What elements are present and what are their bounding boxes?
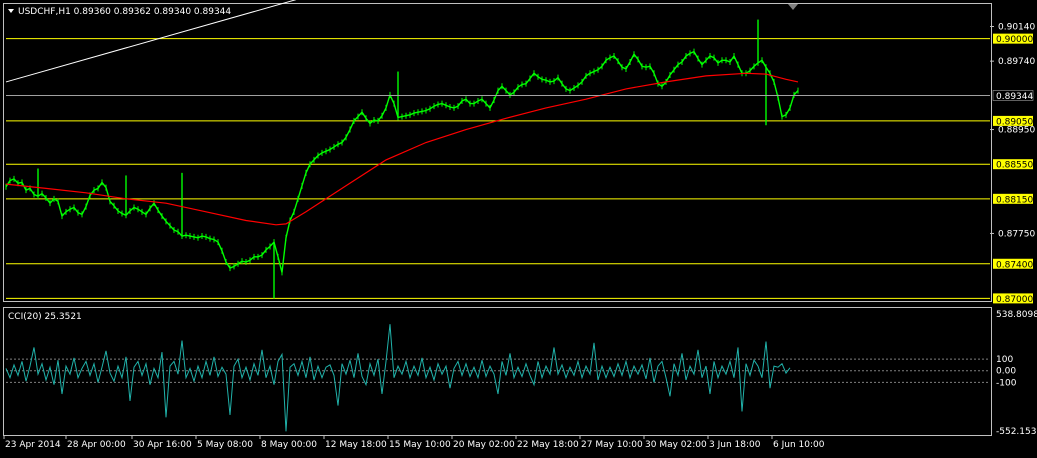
terminal-chart-window[interactable]: 0.90000 0.89050 0.88550 0.88150 0.87400 0.870… [0, 0, 1037, 455]
cci-tick-label-3: -100 [996, 378, 1017, 388]
level-price-label-5: 0.87000 [996, 295, 1033, 305]
cci-tick-label-1: 100 [996, 355, 1013, 365]
symbol-info-label: USDCHF,H1 0.89360 0.89362 0.89340 0.8934… [18, 7, 231, 17]
cci-tick-label-2: 0.00 [996, 367, 1016, 377]
price-tick-label-3: 0.87750 [998, 229, 1035, 239]
time-tick-label-2: 30 Apr 16:00 [133, 440, 192, 450]
price-tick-label-1: 0.89740 [998, 57, 1035, 67]
time-tick-label-0: 23 Apr 2014 [5, 440, 61, 450]
current-price-label: 0.89344 [996, 92, 1033, 102]
price-tick-label-0: 0.90140 [998, 23, 1035, 33]
cci-indicator-label: CCI(20) 25.3521 [8, 312, 82, 322]
time-tick-label-12: 6 Jun 10:00 [773, 440, 825, 450]
chart-background [0, 0, 1037, 455]
chart-canvas[interactable]: 0.900000.890500.885500.881500.874000.870… [0, 0, 1037, 455]
level-price-label-0: 0.90000 [996, 35, 1033, 45]
level-price-label-3: 0.88150 [996, 195, 1033, 205]
time-tick-label-9: 27 May 10:00 [581, 440, 643, 450]
time-tick-label-4: 8 May 00:00 [261, 440, 317, 450]
time-tick-label-7: 20 May 02:00 [453, 440, 515, 450]
cci-tick-label-0: 538.8098 [996, 310, 1037, 320]
level-price-label-4: 0.87400 [996, 260, 1033, 270]
price-tick-label-2: 0.88950 [998, 126, 1035, 136]
time-tick-label-8: 22 May 18:00 [517, 440, 579, 450]
time-tick-label-11: 3 Jun 18:00 [709, 440, 761, 450]
time-tick-label-10: 30 May 02:00 [645, 440, 707, 450]
time-tick-label-6: 15 May 10:00 [389, 440, 451, 450]
time-tick-label-1: 28 Apr 00:00 [67, 440, 126, 450]
time-tick-label-5: 12 May 18:00 [325, 440, 387, 450]
cci-tick-label-4: -552.1533 [996, 427, 1037, 437]
time-tick-label-3: 5 May 08:00 [197, 440, 253, 450]
level-price-label-2: 0.88550 [996, 161, 1033, 171]
